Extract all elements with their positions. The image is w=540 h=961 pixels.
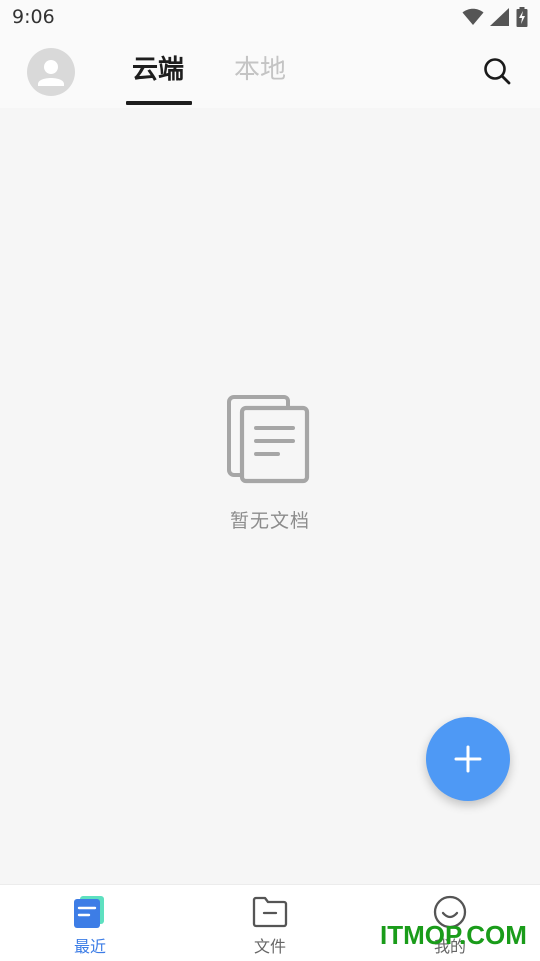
search-button[interactable]: [482, 56, 512, 86]
folder-icon: [252, 896, 288, 928]
status-icons: [462, 6, 528, 28]
document-list-area: 暂无文档: [0, 108, 540, 884]
plus-icon: [454, 745, 482, 773]
empty-state-text: 暂无文档: [229, 510, 310, 532]
documents-icon: [227, 395, 310, 484]
tab-local[interactable]: 本地: [234, 52, 286, 88]
user-avatar-icon[interactable]: [27, 48, 75, 96]
status-time: 9:06: [12, 6, 55, 28]
nav-label-files: 文件: [253, 937, 286, 956]
search-icon: [484, 58, 511, 85]
nav-label-recent: 最近: [73, 937, 106, 956]
watermark-text: ITMOP.COM: [380, 920, 527, 950]
top-header: 云端 本地: [0, 36, 540, 108]
signal-icon: [490, 8, 509, 26]
nav-item-files[interactable]: 文件: [180, 885, 360, 961]
active-tab-indicator: [126, 101, 192, 105]
recent-doc-icon: [74, 896, 104, 928]
tab-cloud[interactable]: 云端: [132, 52, 184, 88]
status-bar: 9:06: [0, 0, 540, 36]
battery-charging-icon: [516, 7, 528, 27]
nav-item-recent[interactable]: 最近: [0, 885, 180, 961]
add-document-button[interactable]: [426, 717, 510, 801]
wifi-icon: [462, 8, 484, 25]
